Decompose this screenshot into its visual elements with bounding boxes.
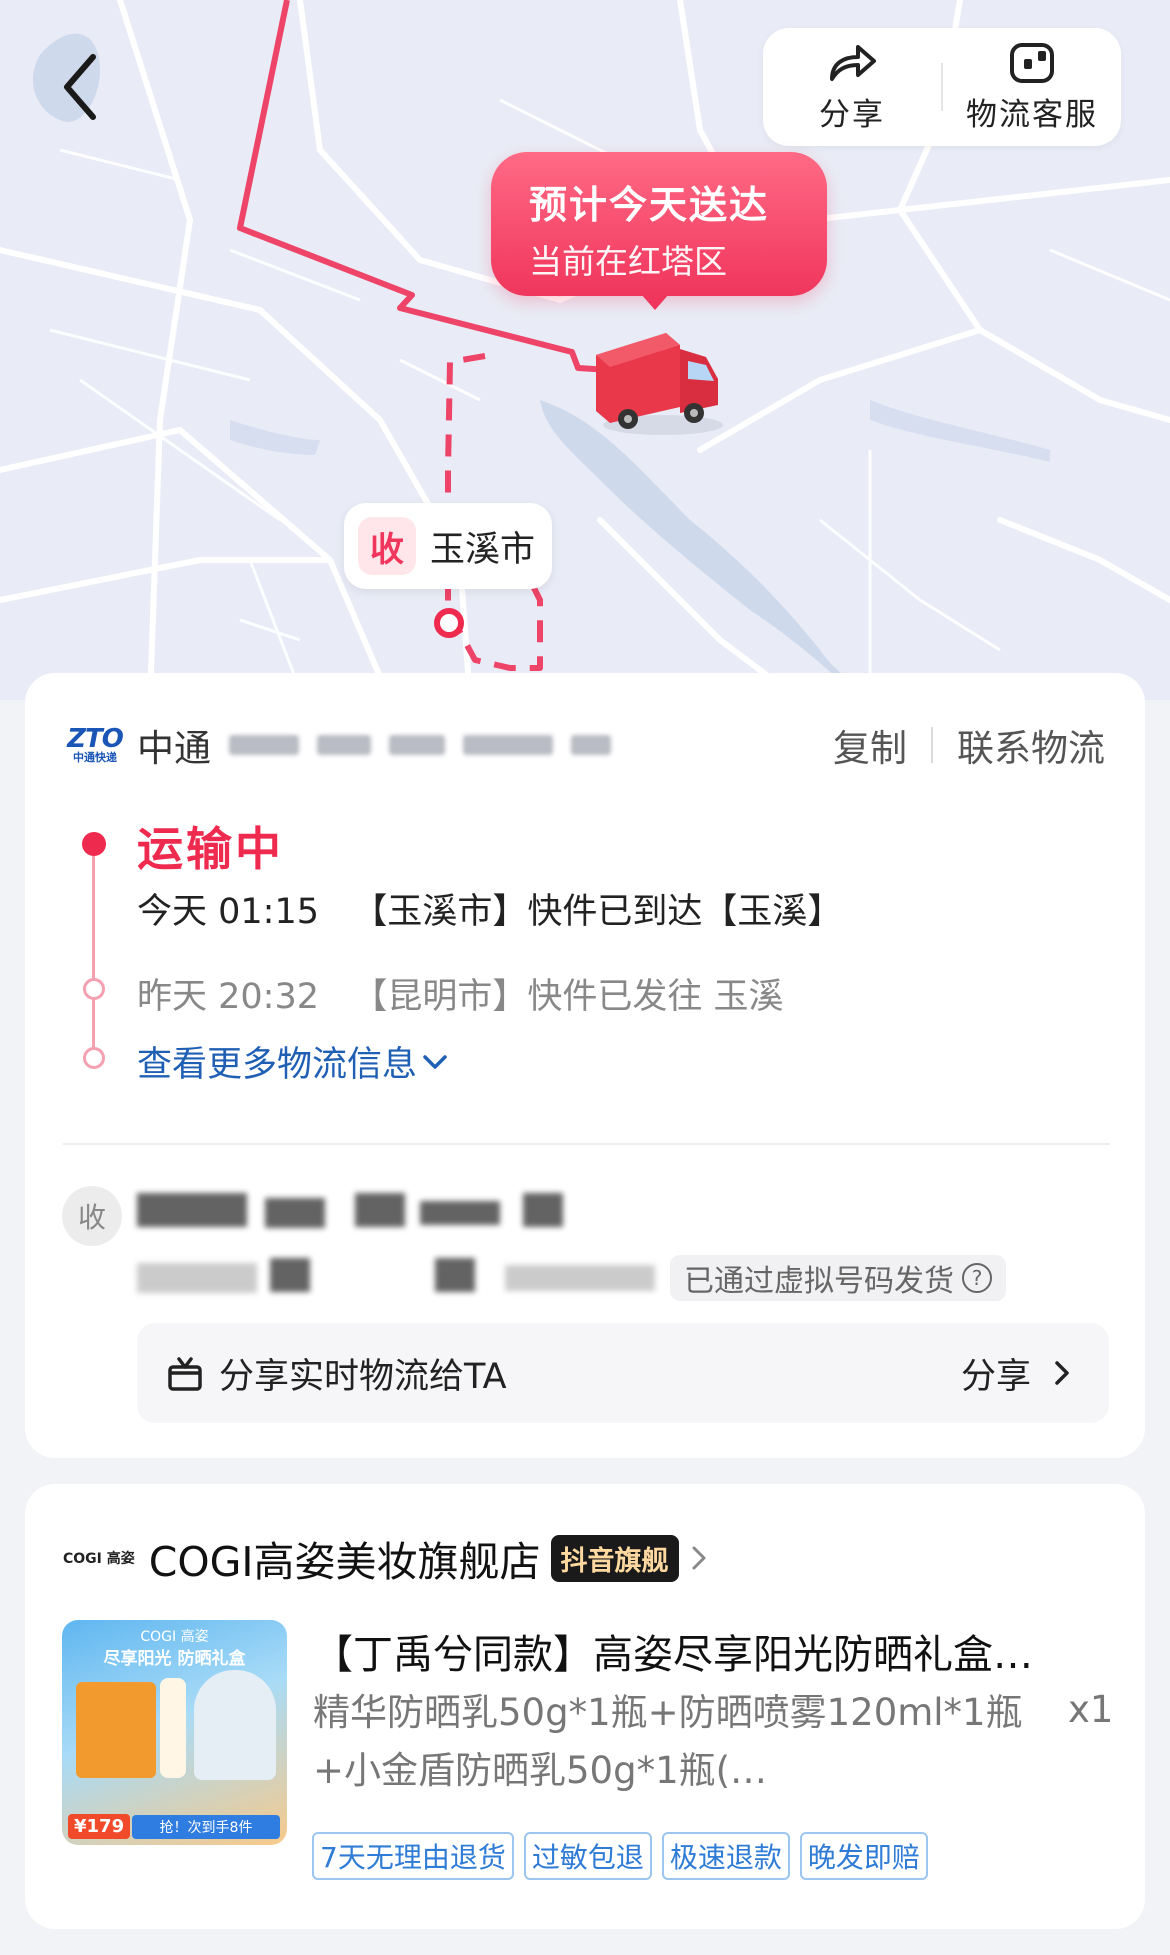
tracking-event: 今天 01:15 【玉溪市】快件已到达【玉溪】 [137, 883, 842, 934]
share-live-action[interactable]: 分享 [961, 1348, 1081, 1399]
bottle-shape [160, 1678, 186, 1778]
event-time: 昨天 20:32 [137, 977, 319, 1017]
redacted-receiver-name [265, 1198, 325, 1228]
virtual-number-tag[interactable]: 已通过虚拟号码发货 ? [670, 1255, 1006, 1301]
share-action-label: 分享 [960, 1356, 1031, 1397]
timeline-line [92, 843, 95, 1063]
store-name: COGI高姿美妆旗舰店 [148, 1538, 541, 1586]
share-label: 分享 [819, 96, 885, 133]
redacted-receiver-name [420, 1201, 500, 1225]
timeline-dot [83, 978, 105, 1000]
contact-logistics-button[interactable]: 联系物流 [957, 718, 1105, 772]
receive-badge: 收 [358, 517, 416, 575]
share-arrow-icon [830, 44, 876, 81]
bubble-tail [641, 294, 669, 310]
service-tag: 过敏包退 [523, 1832, 652, 1880]
carrier-name: 中通 [137, 727, 211, 770]
share-button[interactable]: 分享 [763, 28, 941, 146]
share-live-label: 分享实时物流给TA [219, 1356, 507, 1397]
redacted-receiver-phone [137, 1263, 257, 1293]
store-logo: COGI 高姿 [63, 1551, 135, 1567]
redacted-tracking-number [229, 735, 299, 755]
chevron-left-icon [64, 54, 96, 120]
store-header[interactable]: COGI 高姿 COGI高姿美妆旗舰店 抖音旗舰 [63, 1528, 715, 1588]
redacted-receiver-name [523, 1193, 563, 1227]
image-promo-strip: 抢！次到手8件 [132, 1815, 280, 1839]
delivery-truck-icon [596, 333, 723, 435]
flagship-badge: 抖音旗舰 [550, 1534, 679, 1582]
order-store-card: COGI 高姿 COGI高姿美妆旗舰店 抖音旗舰 COGI 高姿 尽享阳光 防晒… [25, 1484, 1145, 1929]
service-tags: 7天无理由退货 过敏包退 极速退款 晚发即赔 [312, 1832, 938, 1880]
redacted-tracking-number [571, 735, 611, 755]
carrier-row: ZTO 中通快递 中通 复制 联系物流 [65, 713, 1105, 777]
redacted-receiver-phone [270, 1258, 310, 1292]
zto-logo: ZTO 中通快递 [67, 724, 124, 764]
destination-label: 收 玉溪市 [344, 503, 552, 589]
chevron-down-icon [423, 1054, 447, 1069]
model-photo [194, 1670, 276, 1780]
share-live-logistics-row[interactable]: 分享实时物流给TA 分享 [137, 1323, 1109, 1423]
image-price: ¥179 [68, 1814, 131, 1839]
view-more-logistics-link[interactable]: 查看更多物流信息 [137, 1036, 453, 1087]
timeline-dot [83, 1047, 105, 1069]
copy-button[interactable]: 复制 [833, 718, 907, 772]
product-title[interactable]: 【丁禹兮同款】高姿尽享阳光防晒礼盒… [313, 1622, 1123, 1680]
redacted-tracking-number [317, 735, 371, 755]
eta-bubble: 预计今天送达 当前在红塔区 [491, 152, 827, 310]
shipping-status: 运输中 [137, 822, 284, 876]
product-image[interactable]: COGI 高姿 尽享阳光 防晒礼盒 ¥179 抢！次到手8件 [62, 1620, 287, 1845]
top-action-panel: 分享 物流客服 [763, 28, 1121, 146]
service-tag: 7天无理由退货 [312, 1832, 514, 1880]
logistics-map[interactable]: 分享 物流客服 预计今天送达 当前在红塔区 收 玉溪市 [0, 0, 1170, 700]
redacted-receiver-phone [505, 1265, 655, 1291]
timeline-current-dot [82, 832, 106, 856]
event-text: 【玉溪市】快件已到达【玉溪】 [352, 892, 843, 932]
redacted-tracking-number [463, 735, 553, 755]
customer-service-icon [1010, 42, 1054, 83]
action-separator [931, 727, 933, 763]
gift-box-shape [76, 1682, 156, 1778]
service-tag: 晚发即赔 [799, 1832, 928, 1880]
help-icon: ? [962, 1263, 992, 1293]
gift-icon [168, 1357, 202, 1391]
tracking-card: ZTO 中通快递 中通 复制 联系物流 运输中 今天 01:15 【玉溪市】快件… [25, 673, 1145, 1458]
product-quantity: x1 [1068, 1688, 1114, 1731]
image-title: 尽享阳光 防晒礼盒 [103, 1649, 246, 1669]
chevron-right-icon [1055, 1361, 1069, 1385]
redacted-receiver-name [137, 1193, 247, 1227]
chevron-right-icon [692, 1546, 706, 1570]
redacted-tracking-number [389, 735, 445, 755]
view-more-label: 查看更多物流信息 [137, 1045, 418, 1085]
destination-city: 玉溪市 [430, 529, 536, 570]
carrier-actions: 复制 联系物流 [833, 718, 1105, 772]
product-spec: 精华防晒乳50g*1瓶+防晒喷雾120ml*1瓶+小金盾防晒乳50g*1瓶(… [313, 1691, 1023, 1792]
eta-title: 预计今天送达 [529, 183, 770, 227]
service-label: 物流客服 [966, 96, 1098, 133]
redacted-receiver-phone [435, 1258, 475, 1292]
receiver-badge: 收 [62, 1186, 122, 1246]
back-button[interactable] [55, 45, 115, 135]
tracking-timeline: 运输中 今天 01:15 【玉溪市】快件已到达【玉溪】 昨天 20:32 【昆明… [55, 813, 1115, 1103]
redacted-receiver-name [355, 1193, 405, 1227]
tracking-event: 昨天 20:32 【昆明市】快件已发往 玉溪 [137, 968, 784, 1019]
virtual-number-label: 已通过虚拟号码发货 [684, 1264, 954, 1299]
section-divider [63, 1143, 1110, 1145]
logistics-service-button[interactable]: 物流客服 [943, 28, 1121, 146]
service-tag: 极速退款 [661, 1832, 790, 1880]
image-brand: COGI 高姿 [140, 1629, 209, 1645]
eta-location: 当前在红塔区 [529, 242, 727, 281]
event-text: 【昆明市】快件已发往 玉溪 [352, 977, 784, 1017]
event-time: 今天 01:15 [137, 892, 319, 932]
